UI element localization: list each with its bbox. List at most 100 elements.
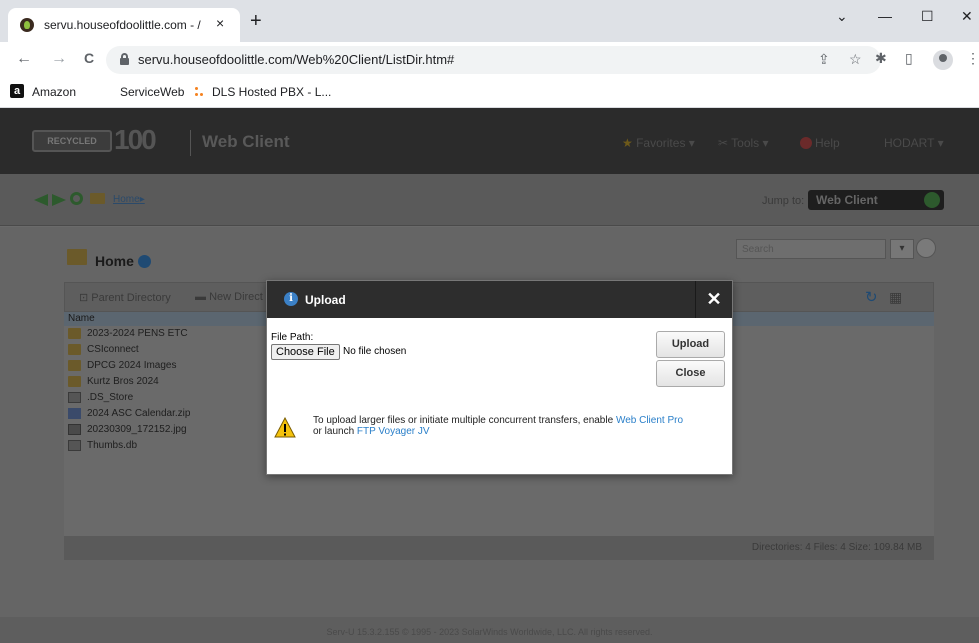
file-name: CSIconnect xyxy=(87,344,139,355)
window-close-button[interactable]: ✕ xyxy=(961,8,973,25)
favorites-menu[interactable]: ★ Favorites ▾ xyxy=(622,136,695,150)
file-name: Thumbs.db xyxy=(87,440,138,451)
file-icon xyxy=(68,440,81,451)
jump-go-icon[interactable] xyxy=(924,192,940,208)
tools-icon: ✂ xyxy=(718,136,732,150)
grid-view-icon[interactable]: ▦ xyxy=(889,289,902,306)
profile-avatar-icon[interactable] xyxy=(933,50,953,70)
list-item[interactable]: 20230309_172152.jpg xyxy=(64,422,264,438)
bookmark-star-icon[interactable]: ☆ xyxy=(849,51,862,68)
site-favicon-icon xyxy=(20,18,34,32)
back-arrow-icon[interactable] xyxy=(34,194,48,206)
list-item[interactable]: DPCG 2024 Images xyxy=(64,358,264,374)
new-directory-label: New Direct xyxy=(209,291,263,303)
parent-directory-button[interactable]: ⊡ Parent Directory xyxy=(79,291,171,304)
forward-button[interactable]: → xyxy=(51,50,67,68)
folder-icon xyxy=(68,376,81,387)
list-item[interactable]: Kurtz Bros 2024 xyxy=(64,374,264,390)
star-icon: ★ xyxy=(622,136,637,150)
back-button[interactable]: ← xyxy=(16,50,32,68)
dialog-close-button[interactable]: ✕ xyxy=(695,281,732,318)
browser-tab[interactable]: servu.houseofdoolittle.com - / × xyxy=(8,8,240,42)
url-text[interactable]: servu.houseofdoolittle.com/Web%20Client/… xyxy=(138,52,454,67)
web-client-pro-link[interactable]: Web Client Pro xyxy=(616,415,683,426)
page-title-text: Home xyxy=(95,253,134,269)
list-item[interactable]: Thumbs.db xyxy=(64,438,264,454)
bookmark-amazon[interactable]: Amazon xyxy=(32,85,76,99)
dialog-header: i Upload ✕ xyxy=(267,281,732,318)
bookmark-serviceweb[interactable]: ServiceWeb xyxy=(120,85,184,99)
upload-dialog: i Upload ✕ File Path: Choose File No fil… xyxy=(266,280,733,475)
bookmark-dls-pbx[interactable]: DLS Hosted PBX - L... xyxy=(212,85,331,99)
search-icon[interactable] xyxy=(70,192,83,205)
jump-to-label: Jump to: xyxy=(762,195,805,207)
help-menu[interactable]: Help xyxy=(800,136,840,150)
folder-icon[interactable] xyxy=(90,193,105,204)
extensions-icon[interactable]: ✱ xyxy=(875,50,887,67)
folder-icon xyxy=(68,360,81,371)
dls-icon xyxy=(195,87,205,99)
forward-arrow-icon[interactable] xyxy=(52,194,66,206)
folder-icon xyxy=(68,328,81,339)
browser-toolbar: ← → C servu.houseofdoolittle.com/Web%20C… xyxy=(0,42,979,78)
breadcrumb[interactable]: Home▸ xyxy=(113,194,145,205)
no-file-text: No file chosen xyxy=(343,346,407,357)
search-input[interactable]: Search xyxy=(736,239,886,259)
upload-button[interactable]: Upload xyxy=(656,331,725,358)
breadcrumb-home[interactable]: Home xyxy=(113,194,140,205)
user-menu[interactable]: HODART ▾ xyxy=(884,136,944,150)
list-item[interactable]: 2024 ASC Calendar.zip xyxy=(64,406,264,422)
new-directory-button[interactable]: ▬ New Direct xyxy=(195,291,263,303)
file-name: 20230309_172152.jpg xyxy=(87,424,187,435)
app-header: RECYCLED 100 Web Client ★ Favorites ▾ ✂ … xyxy=(0,108,979,174)
folder-icon xyxy=(68,344,81,355)
file-path-label: File Path: xyxy=(271,332,314,343)
lock-icon[interactable] xyxy=(120,53,129,65)
jump-to-value: Web Client xyxy=(816,193,878,207)
info-icon[interactable] xyxy=(137,255,151,268)
jump-to-select[interactable]: Web Client xyxy=(808,190,944,210)
list-item[interactable]: CSIconnect xyxy=(64,342,264,358)
refresh-icon[interactable]: ↻ xyxy=(865,288,878,306)
choose-file-button[interactable]: Choose File xyxy=(271,344,340,360)
ftp-voyager-link[interactable]: FTP Voyager JV xyxy=(357,426,430,437)
tab-search-icon[interactable]: ⌄ xyxy=(836,8,848,25)
footer: Serv-U 15.3.2.155 © 1995 - 2023 SolarWin… xyxy=(0,617,979,643)
tab-title: servu.houseofdoolittle.com - / xyxy=(44,18,201,32)
parent-directory-label: Parent Directory xyxy=(91,292,171,304)
list-item[interactable]: 2023-2024 PENS ETC xyxy=(64,326,264,342)
warning-text-mid: or launch xyxy=(313,426,357,437)
search-go-icon[interactable] xyxy=(916,238,936,258)
file-name: 2023-2024 PENS ETC xyxy=(87,328,188,339)
favorites-label: Favorites ▾ xyxy=(636,136,695,150)
minimize-button[interactable]: — xyxy=(878,8,892,24)
list-item[interactable]: .DS_Store xyxy=(64,390,264,406)
file-name: Kurtz Bros 2024 xyxy=(87,376,159,387)
maximize-button[interactable]: ☐ xyxy=(921,8,934,25)
warning-icon xyxy=(274,416,296,439)
nav-bar: Home▸ Jump to: Web Client xyxy=(0,174,979,226)
browser-menu-icon[interactable]: ⋮ xyxy=(966,50,979,67)
new-tab-button[interactable]: + xyxy=(250,11,262,31)
close-button[interactable]: Close xyxy=(656,360,725,387)
share-icon[interactable]: ⇪ xyxy=(818,51,830,68)
warning-text-pre: To upload larger files or initiate multi… xyxy=(313,415,616,426)
help-label: Help xyxy=(815,136,840,150)
copyright-text: Serv-U 15.3.2.155 © 1995 - 2023 SolarWin… xyxy=(326,627,653,637)
reload-button[interactable]: C xyxy=(84,50,94,66)
file-name: DPCG 2024 Images xyxy=(87,360,177,371)
tools-label: Tools ▾ xyxy=(731,136,769,150)
status-text: Directories: 4 Files: 4 Size: 109.84 MB xyxy=(751,542,922,553)
home-folder-icon xyxy=(67,249,87,265)
app-title: Web Client xyxy=(202,132,290,151)
address-bar[interactable]: servu.houseofdoolittle.com/Web%20Client/… xyxy=(106,46,881,74)
tab-close-icon[interactable]: × xyxy=(216,15,224,31)
column-name[interactable]: Name xyxy=(68,313,95,324)
recycled-logo: RECYCLED xyxy=(32,130,112,152)
search-dropdown[interactable]: ▾ xyxy=(890,239,914,259)
side-panel-icon[interactable]: ▯ xyxy=(905,50,913,67)
tools-menu[interactable]: ✂ Tools ▾ xyxy=(718,136,769,150)
info-icon: i xyxy=(284,292,298,306)
file-name: .DS_Store xyxy=(87,392,134,403)
browser-tabstrip: servu.houseofdoolittle.com - / × + ⌄ — ☐… xyxy=(0,0,979,42)
